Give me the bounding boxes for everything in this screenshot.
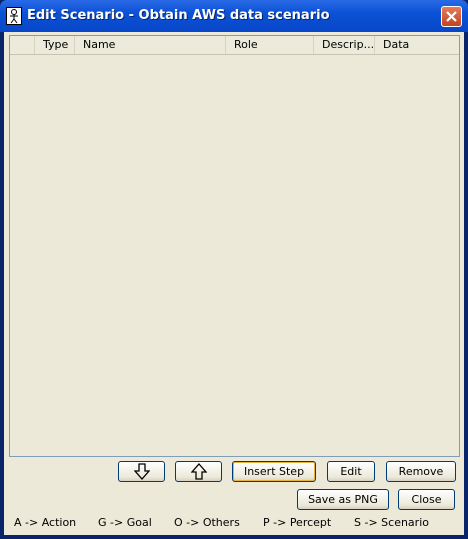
close-button[interactable]: Close bbox=[398, 489, 455, 510]
column-header-type[interactable]: Type bbox=[35, 36, 75, 54]
window-close-button[interactable] bbox=[441, 6, 462, 27]
arrow-up-icon bbox=[176, 463, 221, 480]
window-title: Edit Scenario - Obtain AWS data scenario bbox=[27, 8, 330, 23]
edit-button[interactable]: Edit bbox=[327, 461, 375, 482]
legend-action: A -> Action bbox=[14, 516, 77, 529]
arrow-down-icon bbox=[119, 463, 164, 480]
legend-percept: P -> Percept bbox=[263, 516, 332, 529]
person-icon bbox=[6, 7, 22, 25]
table-header: Type Name Role Descrip... Data bbox=[10, 36, 459, 55]
column-header-description[interactable]: Descrip... bbox=[314, 36, 375, 54]
legend-goal: G -> Goal bbox=[98, 516, 152, 529]
insert-step-button[interactable]: Insert Step bbox=[232, 461, 316, 482]
save-as-png-button[interactable]: Save as PNG bbox=[297, 489, 389, 510]
steps-table[interactable]: Type Name Role Descrip... Data bbox=[9, 35, 460, 457]
column-header-role[interactable]: Role bbox=[226, 36, 314, 54]
legend-others: O -> Others bbox=[174, 516, 240, 529]
close-icon bbox=[442, 11, 461, 30]
column-header-data[interactable]: Data bbox=[375, 36, 459, 54]
move-down-button[interactable] bbox=[118, 461, 165, 482]
column-header-name[interactable]: Name bbox=[75, 36, 226, 54]
dialog-body: Type Name Role Descrip... Data Insert St… bbox=[4, 32, 464, 535]
legend-scenario: S -> Scenario bbox=[354, 516, 429, 529]
column-header-index[interactable] bbox=[10, 36, 35, 54]
title-bar[interactable]: Edit Scenario - Obtain AWS data scenario bbox=[0, 0, 468, 32]
edit-scenario-dialog: Edit Scenario - Obtain AWS data scenario… bbox=[0, 0, 468, 539]
remove-button[interactable]: Remove bbox=[386, 461, 456, 482]
move-up-button[interactable] bbox=[175, 461, 222, 482]
